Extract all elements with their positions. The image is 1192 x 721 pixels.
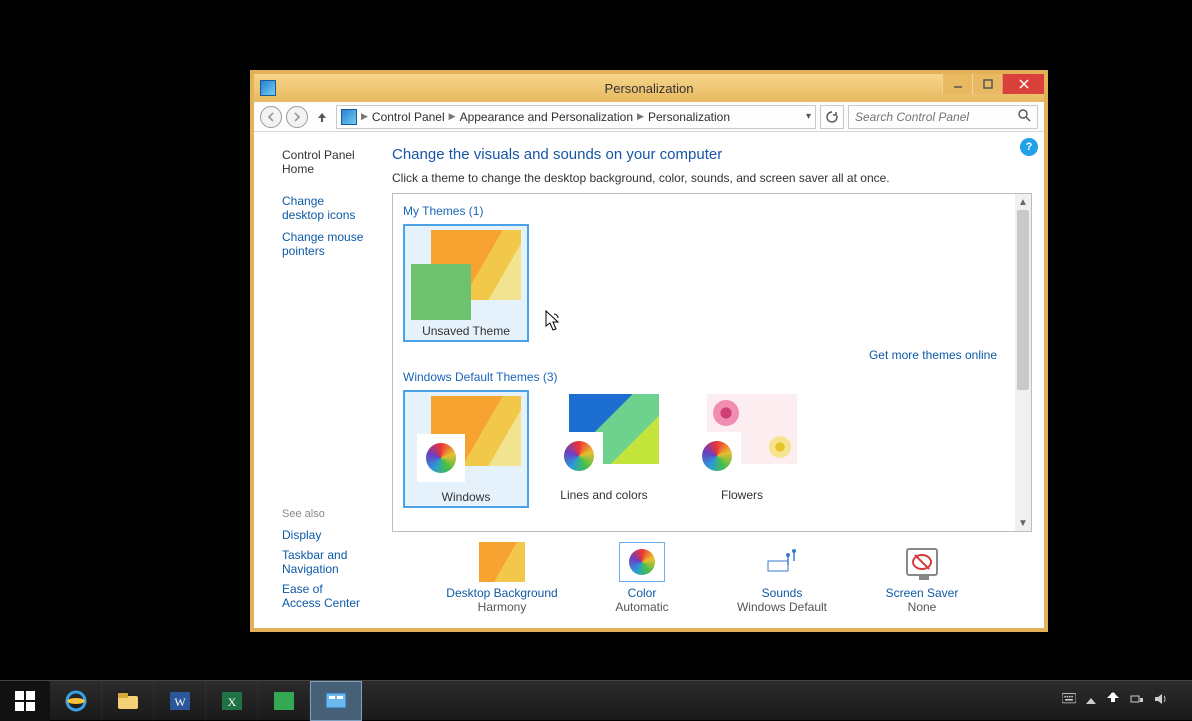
taskbar-explorer[interactable] bbox=[102, 681, 154, 721]
close-button[interactable] bbox=[1002, 74, 1044, 94]
my-themes-row: Unsaved Theme bbox=[403, 224, 1005, 342]
window-controls bbox=[942, 74, 1044, 94]
window-title: Personalization bbox=[254, 81, 1044, 96]
address-bar[interactable]: ▶ Control Panel ▶ Appearance and Persona… bbox=[336, 105, 816, 129]
main-content: ? Change the visuals and sounds on your … bbox=[382, 132, 1044, 628]
tray-network-icon[interactable] bbox=[1130, 692, 1144, 709]
personalization-window: Personalization ▶ Control Panel bbox=[250, 70, 1048, 632]
scroll-down-icon[interactable]: ▼ bbox=[1015, 515, 1031, 531]
back-button[interactable] bbox=[260, 106, 282, 128]
title-bar: Personalization bbox=[254, 74, 1044, 102]
theme-preview bbox=[549, 394, 659, 484]
sidebar: Control Panel Home Change desktop icons … bbox=[254, 132, 382, 628]
themes-scroll-area: My Themes (1) Unsaved Theme Get more the… bbox=[393, 194, 1015, 531]
sidebar-change-desktop-icons[interactable]: Change desktop icons bbox=[282, 194, 364, 222]
my-themes-header: My Themes (1) bbox=[403, 204, 1005, 218]
theme-preview bbox=[411, 230, 521, 320]
window-body: Control Panel Home Change desktop icons … bbox=[254, 132, 1044, 628]
see-also-taskbar[interactable]: Taskbar and Navigation bbox=[282, 548, 364, 576]
themes-panel: My Themes (1) Unsaved Theme Get more the… bbox=[392, 193, 1032, 532]
setting-value: None bbox=[908, 600, 937, 614]
start-button[interactable] bbox=[0, 681, 50, 721]
tray-show-hidden-icon[interactable] bbox=[1086, 698, 1096, 704]
help-button[interactable]: ? bbox=[1020, 138, 1038, 156]
refresh-button[interactable] bbox=[820, 105, 844, 129]
forward-button[interactable] bbox=[286, 106, 308, 128]
default-themes-header: Windows Default Themes (3) bbox=[403, 370, 1005, 384]
nav-bar: ▶ Control Panel ▶ Appearance and Persona… bbox=[254, 102, 1044, 132]
theme-label: Unsaved Theme bbox=[422, 324, 510, 338]
chevron-right-icon: ▶ bbox=[449, 111, 456, 122]
setting-sounds[interactable]: Sounds Windows Default bbox=[712, 542, 852, 614]
theme-label: Flowers bbox=[721, 488, 763, 502]
settings-strip: Desktop Background Harmony Color Automat… bbox=[392, 532, 1032, 618]
system-tray bbox=[1048, 692, 1192, 709]
svg-text:X: X bbox=[227, 695, 236, 709]
get-more-themes-link[interactable]: Get more themes online bbox=[403, 348, 997, 362]
setting-color[interactable]: Color Automatic bbox=[572, 542, 712, 614]
see-also-header: See also bbox=[282, 508, 364, 520]
setting-label: Sounds bbox=[762, 586, 803, 600]
scroll-thumb[interactable] bbox=[1017, 210, 1029, 390]
maximize-button[interactable] bbox=[972, 74, 1002, 94]
svg-text:W: W bbox=[174, 695, 186, 709]
taskbar-ie[interactable] bbox=[50, 681, 102, 721]
theme-lines-and-colors[interactable]: Lines and colors bbox=[541, 390, 667, 508]
see-also-display[interactable]: Display bbox=[282, 528, 364, 542]
setting-label: Color bbox=[628, 586, 657, 600]
screen-saver-icon bbox=[899, 542, 945, 582]
desktop-background-icon bbox=[479, 542, 525, 582]
setting-label: Desktop Background bbox=[446, 586, 557, 600]
tray-keyboard-icon[interactable] bbox=[1062, 692, 1076, 709]
page-subtitle: Click a theme to change the desktop back… bbox=[392, 171, 1032, 185]
page-heading: Change the visuals and sounds on your co… bbox=[392, 146, 1032, 163]
taskbar-control-panel[interactable] bbox=[310, 681, 362, 721]
themes-scrollbar[interactable]: ▲ ▼ bbox=[1015, 194, 1031, 531]
breadcrumb-personalization[interactable]: Personalization bbox=[648, 110, 730, 124]
search-icon[interactable] bbox=[1017, 108, 1031, 125]
scroll-up-icon[interactable]: ▲ bbox=[1015, 194, 1031, 210]
sidebar-change-mouse-pointers[interactable]: Change mouse pointers bbox=[282, 230, 364, 258]
setting-screen-saver[interactable]: Screen Saver None bbox=[852, 542, 992, 614]
setting-value: Harmony bbox=[478, 600, 527, 614]
setting-value: Automatic bbox=[615, 600, 668, 614]
theme-unsaved[interactable]: Unsaved Theme bbox=[403, 224, 529, 342]
search-input[interactable] bbox=[855, 110, 1017, 124]
search-box[interactable] bbox=[848, 105, 1038, 129]
see-also-ease-of-access[interactable]: Ease of Access Center bbox=[282, 582, 364, 610]
sidebar-control-panel-home[interactable]: Control Panel Home bbox=[282, 148, 364, 176]
tray-action-center-icon[interactable] bbox=[1106, 692, 1120, 709]
theme-preview bbox=[687, 394, 797, 484]
color-icon bbox=[619, 542, 665, 582]
taskbar-word[interactable]: W bbox=[154, 681, 206, 721]
control-panel-address-icon bbox=[341, 109, 357, 125]
setting-label: Screen Saver bbox=[886, 586, 959, 600]
up-button[interactable] bbox=[312, 107, 332, 127]
setting-desktop-background[interactable]: Desktop Background Harmony bbox=[432, 542, 572, 614]
taskbar: W X bbox=[0, 680, 1192, 720]
chevron-right-icon: ▶ bbox=[637, 111, 644, 122]
breadcrumb-appearance[interactable]: Appearance and Personalization bbox=[460, 110, 633, 124]
theme-label: Windows bbox=[442, 490, 491, 504]
theme-preview bbox=[411, 396, 521, 486]
theme-label: Lines and colors bbox=[560, 488, 647, 502]
tray-volume-icon[interactable] bbox=[1154, 692, 1168, 709]
address-dropdown-icon[interactable]: ▾ bbox=[806, 111, 811, 122]
minimize-button[interactable] bbox=[942, 74, 972, 94]
breadcrumb-control-panel[interactable]: Control Panel bbox=[372, 110, 445, 124]
chevron-right-icon: ▶ bbox=[361, 111, 368, 122]
theme-flowers[interactable]: Flowers bbox=[679, 390, 805, 508]
default-themes-row: Windows Lines and colors bbox=[403, 390, 1005, 508]
taskbar-app-green[interactable] bbox=[258, 681, 310, 721]
taskbar-excel[interactable]: X bbox=[206, 681, 258, 721]
setting-value: Windows Default bbox=[737, 600, 827, 614]
sounds-icon bbox=[759, 542, 805, 582]
theme-windows[interactable]: Windows bbox=[403, 390, 529, 508]
